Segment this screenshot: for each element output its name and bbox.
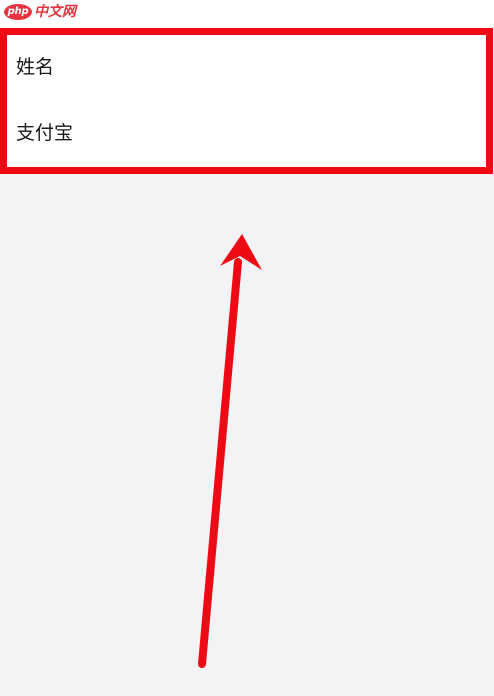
list-item-alipay[interactable]: 支付宝 <box>4 98 486 164</box>
top-strip: php 中文网 <box>0 0 494 30</box>
alipay-label: 支付宝 <box>16 121 74 144</box>
name-label: 姓名 <box>16 55 55 78</box>
field-list: 姓名 支付宝 <box>4 30 486 170</box>
arrow-head <box>220 234 262 270</box>
watermark-text: 中文网 <box>34 4 76 20</box>
arrow-shaft <box>198 258 242 668</box>
site-watermark: php 中文网 <box>4 2 76 22</box>
list-item-name[interactable]: 姓名 <box>4 32 486 98</box>
php-logo-icon: php <box>4 4 32 20</box>
